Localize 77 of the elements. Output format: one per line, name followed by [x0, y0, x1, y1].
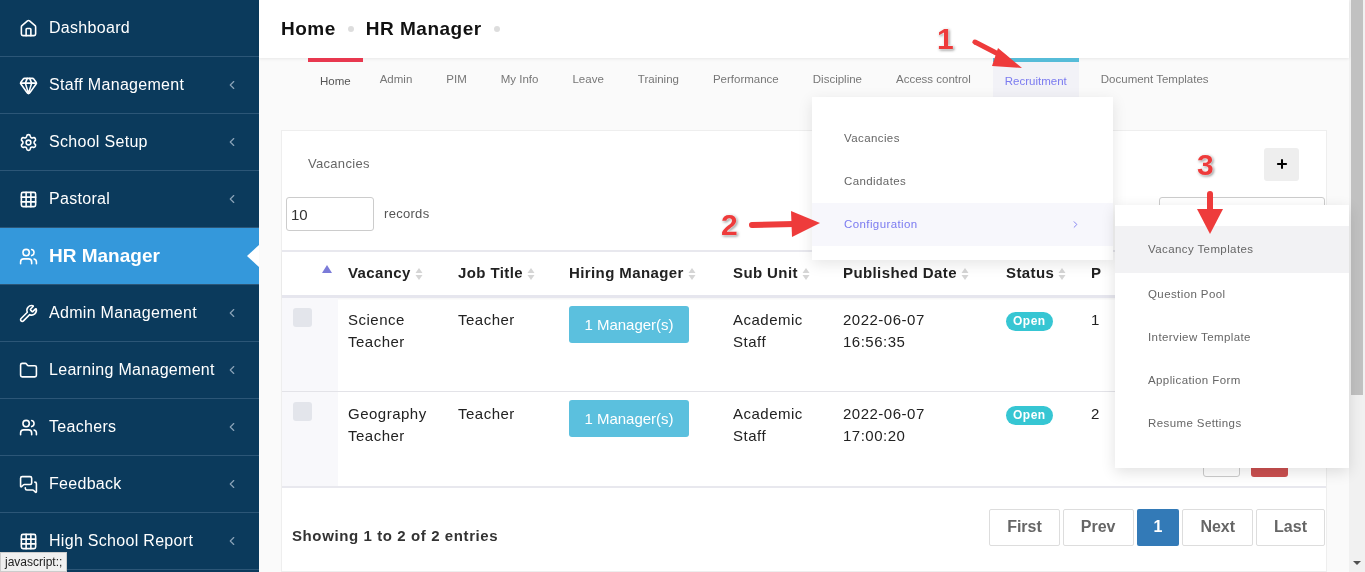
- page-button[interactable]: First: [989, 508, 1060, 546]
- menu-item[interactable]: Vacancies: [812, 117, 1113, 160]
- diamond-icon: [19, 75, 38, 95]
- nav-tab[interactable]: Access control: [879, 58, 988, 97]
- annotation-number: 2: [721, 210, 738, 240]
- wrench-icon: [19, 303, 38, 323]
- scrollbar-thumb[interactable]: [1351, 0, 1363, 395]
- sort-icon: [801, 266, 810, 281]
- page-button[interactable]: 1: [1136, 508, 1180, 546]
- menu-item[interactable]: Resume Settings: [1115, 402, 1349, 445]
- home-icon: [19, 18, 38, 38]
- table-cell-text: Geography Teacher: [348, 404, 428, 446]
- entries-summary: Showing 1 to 2 of 2 entries: [292, 526, 499, 546]
- arrow-icon: [972, 38, 1024, 70]
- column-header[interactable]: Hiring Manager: [569, 262, 684, 285]
- menu-item[interactable]: Candidates: [812, 160, 1113, 203]
- table-cell-text: Academic Staff: [733, 310, 804, 352]
- nav-tab[interactable]: Home: [308, 58, 363, 97]
- sidebar-item[interactable]: HR Manager: [0, 228, 259, 285]
- column-header[interactable]: Job Title: [458, 262, 523, 285]
- page-button[interactable]: Prev: [1062, 508, 1134, 546]
- nav-tab[interactable]: Leave: [555, 58, 621, 97]
- sort-icon: [960, 266, 969, 281]
- page-size-field[interactable]: 10: [286, 197, 374, 231]
- users-icon: [19, 246, 38, 266]
- arrow-icon: [749, 208, 821, 240]
- breadcrumb-link[interactable]: Home: [281, 14, 336, 44]
- add-button[interactable]: [1264, 147, 1299, 181]
- sort-icon: [1058, 266, 1067, 281]
- nav-tab[interactable]: Discipline: [795, 58, 879, 97]
- sort-icon: [527, 266, 535, 281]
- table-cell-text: Teacher: [458, 310, 515, 330]
- users-icon: [19, 417, 38, 437]
- page-button[interactable]: Next: [1182, 508, 1254, 546]
- gear-icon: [19, 132, 38, 152]
- table-cell-text: Academic Staff: [733, 404, 804, 446]
- page-button[interactable]: Last: [1256, 508, 1325, 546]
- menu-item[interactable]: Configuration: [812, 203, 1113, 246]
- folder-icon: [19, 360, 38, 380]
- column-header[interactable]: P: [1091, 262, 1102, 285]
- table-cell-text: 1: [1091, 310, 1100, 330]
- nav-tab[interactable]: Training: [620, 58, 696, 97]
- table-cell-text: 2022-06-07 16:56:35: [843, 310, 926, 352]
- grid-icon: [19, 531, 38, 551]
- sort-asc-icon[interactable]: [322, 264, 332, 273]
- records-label: records: [384, 205, 430, 224]
- menu-item[interactable]: Application Form: [1115, 359, 1349, 402]
- table-cell-text: Teacher: [458, 404, 515, 424]
- nav-tab[interactable]: Admin: [362, 58, 430, 97]
- column-header[interactable]: Vacancy: [348, 262, 411, 285]
- nav-tab[interactable]: My Info: [483, 58, 556, 97]
- card-title: Vacancies: [308, 155, 370, 174]
- menu-item[interactable]: Vacancy Templates: [1115, 226, 1349, 273]
- annotation-number: 1: [937, 24, 954, 54]
- status-badge: Open: [1006, 312, 1053, 331]
- sort-icon: [687, 266, 696, 281]
- grid-icon: [19, 189, 38, 209]
- nav-tab[interactable]: PIM: [429, 58, 484, 97]
- column-header[interactable]: Published Date: [843, 262, 957, 285]
- annotation-number: 3: [1197, 150, 1214, 180]
- table-cell-text: 2: [1091, 404, 1100, 424]
- sort-icon: [414, 266, 423, 281]
- arrow-icon: [1195, 191, 1225, 235]
- nav-tab[interactable]: Document Templates: [1083, 58, 1226, 97]
- status-badge: Open: [1006, 406, 1053, 425]
- nav-tab[interactable]: Performance: [695, 58, 796, 97]
- menu-item[interactable]: Interview Template: [1115, 316, 1349, 359]
- breadcrumb-link[interactable]: HR Manager: [365, 14, 482, 44]
- chat-icon: [19, 474, 38, 494]
- column-header[interactable]: Status: [1006, 262, 1055, 285]
- table-cell-text: Science Teacher: [348, 310, 406, 352]
- status-bar: javascript:;: [0, 552, 68, 572]
- column-header[interactable]: Sub Unit: [733, 262, 798, 285]
- menu-item[interactable]: Question Pool: [1115, 273, 1349, 316]
- table-cell-text: 2022-06-07 17:00:20: [843, 404, 926, 446]
- nav-tab[interactable]: Recruitment: [992, 58, 1079, 97]
- plus-icon: [1274, 157, 1289, 171]
